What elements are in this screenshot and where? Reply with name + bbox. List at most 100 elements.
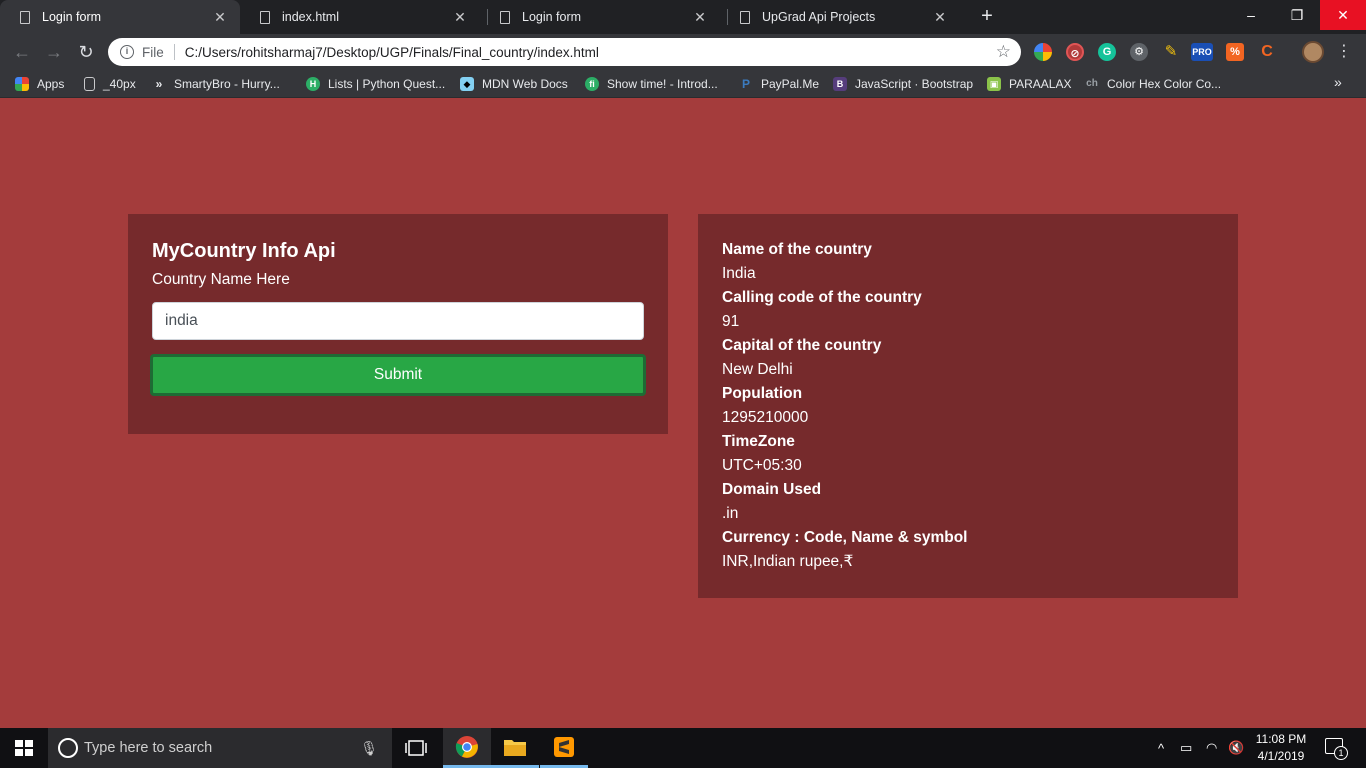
bookmark-label: PARAALAX — [1009, 77, 1072, 91]
taskbar: Type here to search 🎙 ^ ▭ ◠ 🔇 11:08 PM 4… — [0, 728, 1366, 768]
taskbar-search-box[interactable]: Type here to search 🎙 — [48, 728, 392, 768]
percent-extension-icon[interactable]: % — [1226, 43, 1244, 61]
address-divider — [173, 44, 175, 60]
bookmark-label: _40px — [103, 77, 136, 91]
bookmark-apps[interactable]: Apps — [15, 70, 64, 98]
country-form-card: MyCountry Info Api Country Name Here Sub… — [128, 214, 668, 434]
tab-upgrad-api-projects[interactable]: UpGrad Api Projects ✕ — [720, 0, 960, 34]
page-icon — [260, 10, 270, 24]
pencil-extension-icon[interactable]: ✎ — [1162, 43, 1180, 61]
tab-title: Login form — [42, 10, 102, 24]
taskbar-clock[interactable]: 11:08 PM 4/1/2019 — [1250, 731, 1312, 765]
result-value: INR,Indian rupee,₹ — [722, 553, 854, 570]
chrome-taskbar-icon[interactable] — [443, 728, 491, 768]
bookmarks-bar: Apps _40px » SmartyBro - Hurry... H List… — [0, 70, 1366, 98]
bookmark-color-hex[interactable]: ch Color Hex Color Co... — [1085, 70, 1221, 98]
bookmark-label: MDN Web Docs — [482, 77, 568, 91]
cortana-circle-icon — [58, 738, 78, 758]
bookmark-bootstrap[interactable]: B JavaScript · Bootstrap — [833, 70, 973, 98]
page-icon — [500, 10, 510, 24]
bookmark-show-time[interactable]: fi Show time! - Introd... — [585, 70, 718, 98]
bookmark-paraalax[interactable]: ▣ PARAALAX — [987, 70, 1071, 98]
notification-count-badge: 1 — [1334, 746, 1348, 760]
sublime-text-icon[interactable] — [540, 728, 588, 768]
form-title: MyCountry Info Api — [152, 240, 336, 262]
close-icon[interactable]: ✕ — [212, 9, 228, 26]
forward-arrow-icon[interactable]: → — [42, 40, 66, 64]
country-input-label: Country Name Here — [152, 271, 290, 288]
profile-avatar[interactable] — [1302, 41, 1324, 63]
bookmark-label: PayPal.Me — [761, 77, 820, 91]
c-extension-icon[interactable]: C — [1258, 43, 1276, 61]
grammarly-icon[interactable]: G — [1098, 43, 1116, 61]
fi-icon: fi — [585, 77, 599, 91]
result-label: Currency : Code, Name & symbol — [722, 529, 968, 546]
gear-extension-icon[interactable]: ⚙ — [1130, 43, 1148, 61]
address-url[interactable]: C:/Users/rohitsharmaj7/Desktop/UGP/Final… — [185, 45, 996, 60]
show-hidden-icons-chevron-icon[interactable]: ^ — [1158, 728, 1164, 768]
microphone-icon[interactable]: 🎙 — [360, 740, 378, 757]
tab-login-form[interactable]: Login form ✕ — [0, 0, 240, 34]
bookmark-python-lists[interactable]: H Lists | Python Quest... — [306, 70, 445, 98]
browser-toolbar: ← → ↻ i File C:/Users/rohitsharmaj7/Desk… — [0, 34, 1366, 70]
clock-date: 4/1/2019 — [1257, 749, 1305, 763]
bookmark-label: Apps — [37, 77, 65, 91]
bookmark-40px[interactable]: _40px — [84, 70, 136, 98]
wifi-icon[interactable]: ◠ — [1206, 728, 1217, 768]
tab-title: Login form — [522, 10, 582, 24]
bookmark-label: JavaScript · Bootstrap — [855, 77, 974, 91]
file-explorer-icon[interactable] — [491, 728, 539, 768]
bookmark-label: Lists | Python Quest... — [328, 77, 446, 91]
tab-login-form-2[interactable]: Login form ✕ — [480, 0, 720, 34]
bookmark-star-icon[interactable]: ☆ — [996, 42, 1011, 62]
color-wheel-extension-icon[interactable] — [1034, 43, 1052, 61]
address-bar[interactable]: i File C:/Users/rohitsharmaj7/Desktop/UG… — [108, 38, 1021, 66]
result-value: UTC+05:30 — [722, 457, 802, 474]
close-icon[interactable]: ✕ — [932, 9, 948, 26]
bookmark-label: Color Hex Color Co... — [1107, 77, 1222, 91]
result-value: 91 — [722, 313, 740, 330]
close-icon[interactable]: ✕ — [692, 9, 708, 26]
tab-title: index.html — [282, 10, 339, 24]
close-window-button[interactable]: ✕ — [1320, 0, 1366, 30]
colorhex-icon: ch — [1086, 78, 1098, 89]
pro-extension-icon[interactable]: PRO — [1191, 43, 1213, 61]
volume-muted-icon[interactable]: 🔇 — [1228, 728, 1244, 768]
chevron-double-right-icon[interactable]: » — [1334, 74, 1342, 90]
tab-index-html[interactable]: index.html ✕ — [240, 0, 480, 34]
windows-start-icon[interactable] — [15, 740, 33, 756]
task-view-icon[interactable] — [392, 728, 440, 768]
page-icon — [740, 10, 750, 24]
result-value: .in — [722, 505, 739, 522]
back-arrow-icon[interactable]: ← — [10, 40, 34, 64]
bookmark-mdn[interactable]: ◆ MDN Web Docs — [460, 70, 568, 98]
mdn-icon: ◆ — [460, 77, 474, 91]
blocked-extension-icon[interactable]: ⊘ — [1066, 43, 1084, 61]
bookmark-label: Show time! - Introd... — [607, 77, 718, 91]
result-value: India — [722, 265, 756, 282]
apps-grid-icon — [15, 77, 29, 91]
h-icon: H — [306, 77, 320, 91]
reload-icon[interactable]: ↻ — [74, 40, 98, 64]
tab-strip: Login form ✕ index.html ✕ Login form ✕ U… — [0, 0, 1366, 34]
paraalax-icon: ▣ — [987, 77, 1001, 91]
country-name-input[interactable] — [152, 302, 644, 340]
result-label: Domain Used — [722, 481, 822, 498]
country-info-card: Name of the country India Calling code o… — [698, 214, 1238, 598]
submit-button[interactable]: Submit — [150, 354, 646, 396]
result-label: TimeZone — [722, 433, 795, 450]
battery-icon[interactable]: ▭ — [1180, 728, 1192, 768]
bookmark-smartybro[interactable]: » SmartyBro - Hurry... — [152, 70, 280, 98]
result-label: Calling code of the country — [722, 289, 922, 306]
bookmark-paypal[interactable]: P PayPal.Me — [739, 70, 819, 98]
close-icon[interactable]: ✕ — [452, 9, 468, 26]
kebab-menu-icon[interactable]: ⋮ — [1336, 41, 1352, 63]
clock-time: 11:08 PM — [1255, 732, 1307, 746]
bookmark-label: SmartyBro - Hurry... — [174, 77, 280, 91]
info-icon[interactable]: i — [120, 45, 134, 59]
minimize-button[interactable]: – — [1228, 0, 1274, 30]
result-label: Name of the country — [722, 241, 872, 258]
restore-button[interactable]: ❐ — [1274, 0, 1320, 30]
new-tab-button[interactable]: + — [975, 5, 999, 29]
result-label: Capital of the country — [722, 337, 882, 354]
